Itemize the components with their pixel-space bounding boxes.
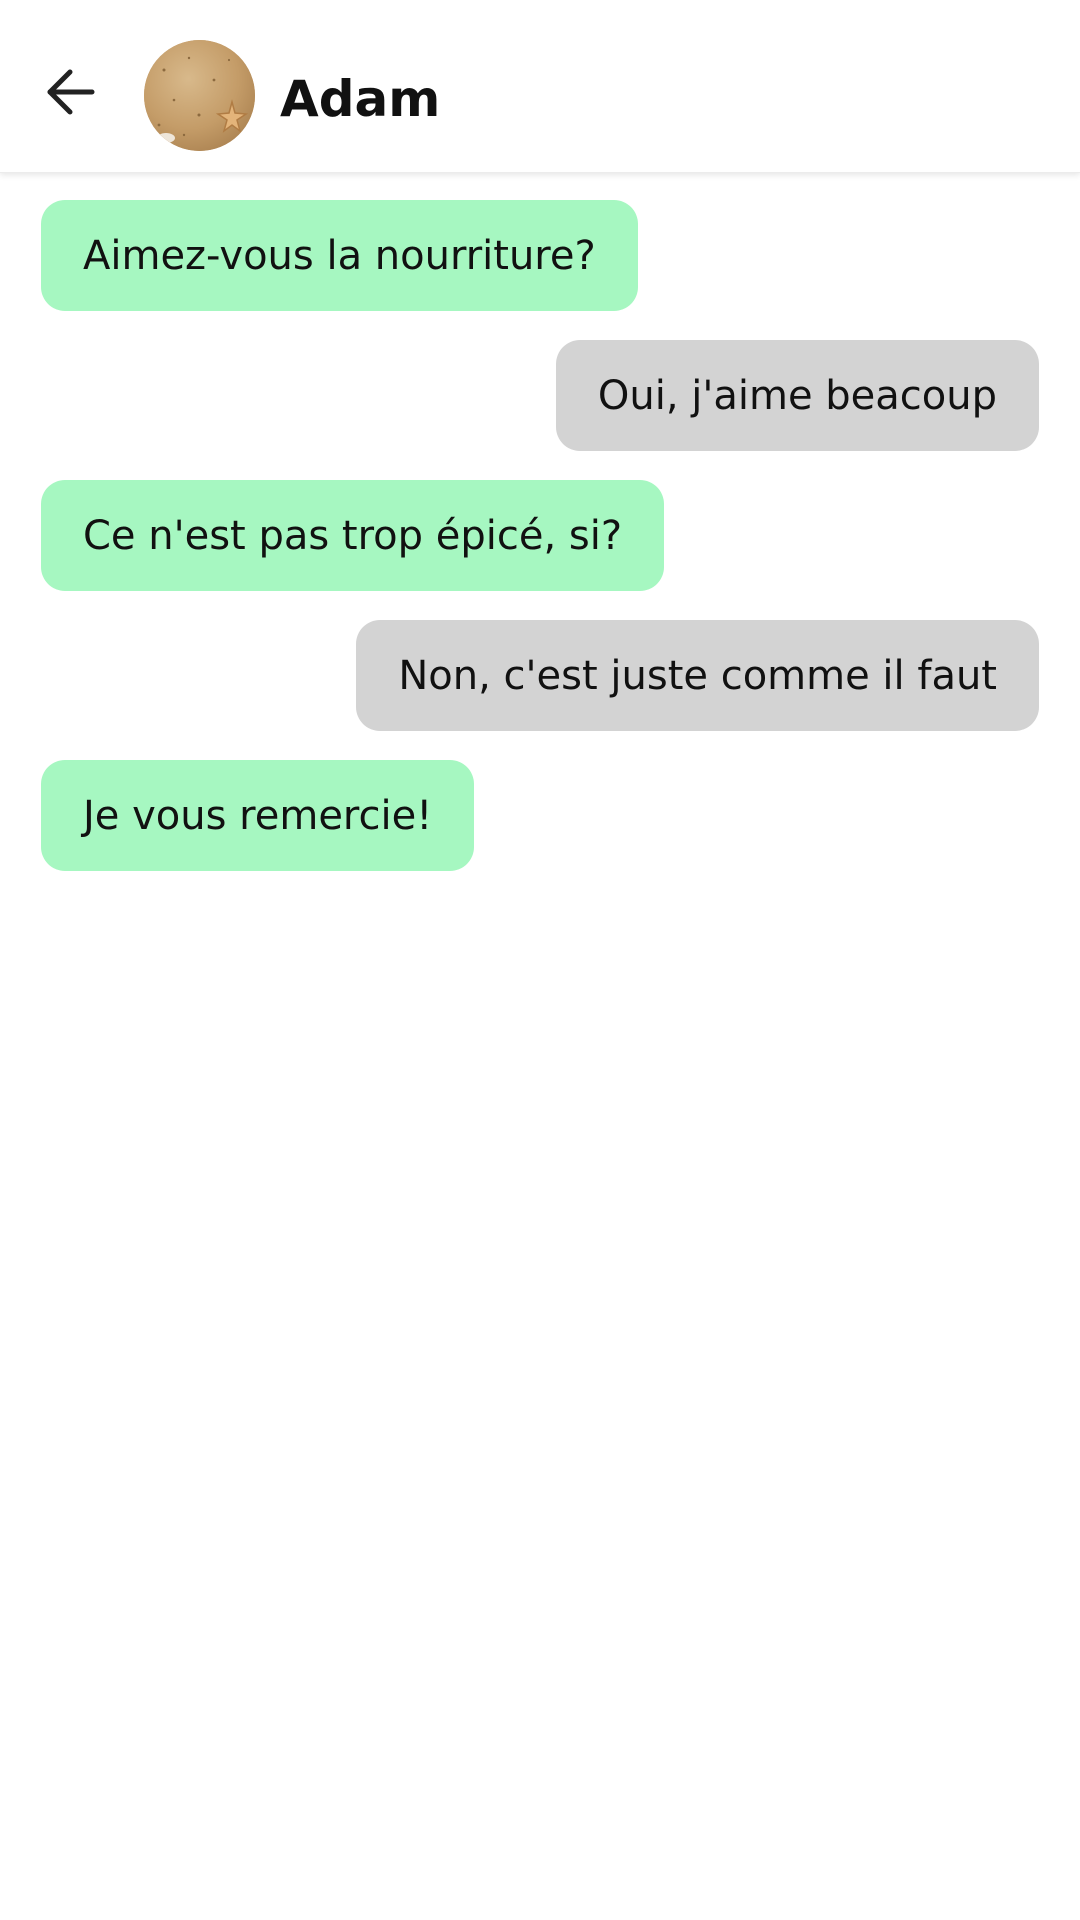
message-bubble-received[interactable]: Je vous remercie! — [41, 760, 475, 871]
message-text: Ce n'est pas trop épicé, si? — [83, 512, 623, 559]
chat-screen: Adam Aimez-vous la nourriture? Oui, j'ai… — [0, 0, 1080, 1920]
message-bubble-sent[interactable]: Non, c'est juste comme il faut — [356, 620, 1039, 731]
message-text: Non, c'est juste comme il faut — [398, 652, 997, 699]
contact-name: Adam — [280, 70, 441, 128]
message-bubble-sent[interactable]: Oui, j'aime beacoup — [555, 340, 1039, 451]
sand-starfish-avatar — [144, 40, 255, 151]
chat-header: Adam — [0, 0, 1080, 173]
message-text: Aimez-vous la nourriture? — [83, 232, 596, 279]
message-bubble-received[interactable]: Aimez-vous la nourriture? — [41, 200, 638, 311]
avatar[interactable] — [144, 40, 255, 151]
arrow-left-icon — [47, 69, 95, 115]
message-text: Oui, j'aime beacoup — [597, 372, 997, 419]
back-button[interactable] — [30, 52, 110, 132]
message-text: Je vous remercie! — [83, 792, 433, 839]
message-bubble-received[interactable]: Ce n'est pas trop épicé, si? — [41, 480, 665, 591]
